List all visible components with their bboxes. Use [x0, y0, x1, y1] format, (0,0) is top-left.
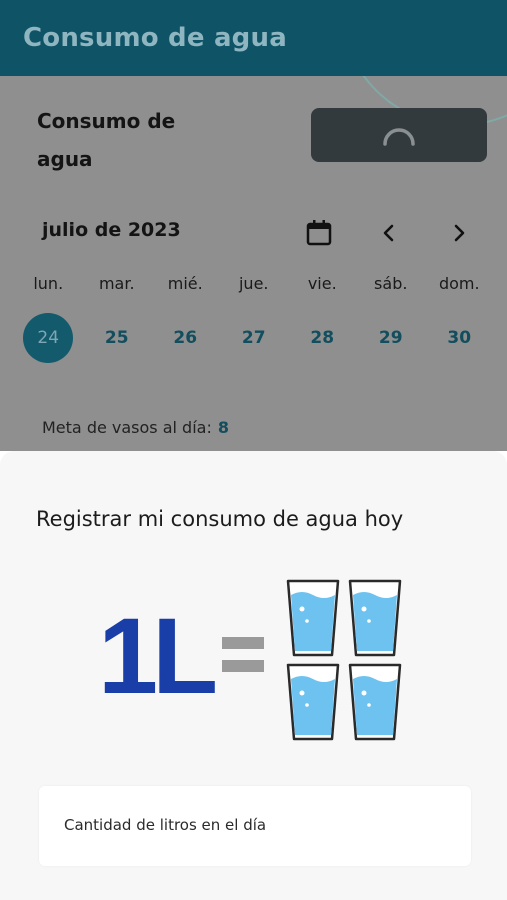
equals-bar-bottom [222, 660, 264, 672]
daily-goal-value: 8 [217, 418, 229, 437]
weekday-label: sáb. [374, 274, 408, 293]
day-cell[interactable]: 29 [357, 313, 426, 363]
day-row: 24 25 26 27 28 29 30 [14, 313, 494, 363]
water-glass-icon [348, 663, 402, 741]
day-cell[interactable]: 30 [425, 313, 494, 363]
weekday-label: lun. [33, 274, 64, 293]
day-cell-selected[interactable]: 24 [14, 313, 83, 363]
bottom-sheet: Registrar mi consumo de agua hoy 1L Cant… [0, 451, 507, 900]
month-label: julio de 2023 [42, 219, 181, 241]
water-glass-icon [348, 579, 402, 657]
weekday-label: mar. [98, 274, 135, 293]
sheet-title: Registrar mi consumo de agua hoy [36, 507, 404, 531]
loading-button[interactable] [311, 108, 487, 162]
liter-equals-glasses-illustration: 1L [98, 579, 402, 741]
next-week-button[interactable] [444, 218, 474, 248]
main-content: Consumo de agua julio de 2023 lun. mar. … [0, 76, 507, 451]
calendar-icon[interactable] [304, 218, 334, 248]
weekday-header: lun. mar. mié. jue. vie. sáb. dom. [14, 274, 494, 293]
prev-week-button[interactable] [374, 218, 404, 248]
app-bar: Consumo de agua [0, 0, 507, 76]
day-cell[interactable]: 25 [83, 313, 152, 363]
equals-bar-top [222, 637, 264, 649]
liters-input-label: Cantidad de litros en el día [64, 816, 267, 834]
day-cell[interactable]: 27 [220, 313, 289, 363]
day-cell[interactable]: 26 [151, 313, 220, 363]
daily-goal: Meta de vasos al día: 8 [42, 418, 229, 437]
weekday-label: jue. [238, 274, 269, 293]
weekday-label: vie. [307, 274, 337, 293]
section-title: Consumo de agua [37, 109, 176, 171]
app-bar-title: Consumo de agua [23, 23, 287, 53]
water-glass-icon [286, 663, 340, 741]
liters-input-field[interactable]: Cantidad de litros en el día [39, 786, 471, 866]
chevron-right-icon [454, 224, 465, 242]
one-liter-label: 1L [98, 595, 215, 716]
day-cell[interactable]: 28 [288, 313, 357, 363]
water-glass-icon [286, 579, 340, 657]
daily-goal-label: Meta de vasos al día: [42, 418, 212, 437]
selected-day-number: 24 [23, 313, 74, 363]
weekday-label: dom. [438, 274, 480, 293]
weekday-label: mié. [167, 274, 203, 293]
loading-spinner-icon [383, 128, 415, 146]
chevron-left-icon [383, 224, 394, 242]
